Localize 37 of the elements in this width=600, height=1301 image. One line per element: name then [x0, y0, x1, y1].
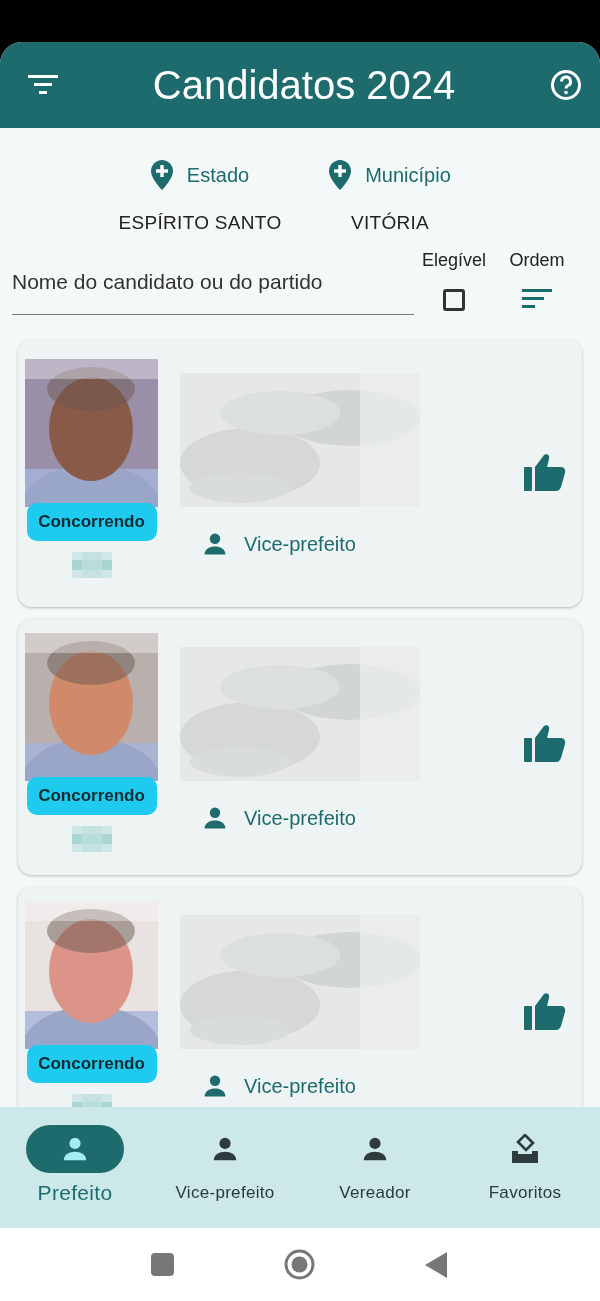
role-label: Vice-prefeito	[244, 532, 356, 556]
search-field[interactable]: Nome do candidato ou do partido	[12, 270, 414, 315]
sort-icon[interactable]	[522, 289, 552, 309]
order-label: Ordem	[509, 250, 565, 271]
home-icon[interactable]	[284, 1249, 315, 1280]
location-button[interactable]: Estado	[150, 160, 250, 190]
status-badge: Concorrendo	[26, 503, 157, 541]
person-icon	[202, 805, 228, 831]
eligible-checkbox[interactable]	[443, 289, 465, 311]
person-icon	[202, 531, 228, 557]
recents-icon[interactable]	[151, 1253, 174, 1276]
nav-tab[interactable]: Favoritos	[450, 1107, 600, 1228]
location-button[interactable]: Município	[329, 160, 451, 190]
back-icon[interactable]	[425, 1251, 447, 1278]
map-pin-plus-icon	[150, 160, 173, 190]
nav-tab[interactable]: Vice-prefeito	[150, 1107, 300, 1228]
thumbs-up-icon[interactable]	[524, 724, 566, 762]
status-badge: Concorrendo	[26, 1045, 157, 1083]
map-pin-plus-icon	[329, 160, 352, 190]
location-value: ESPÍRITO SANTO	[118, 212, 282, 234]
filter-icon[interactable]	[28, 74, 58, 96]
person-icon	[61, 1135, 89, 1163]
role-label: Vice-prefeito	[244, 806, 356, 830]
eligible-label: Elegível	[421, 250, 486, 271]
role-label: Vice-prefeito	[244, 1074, 356, 1098]
ballot-box-icon	[511, 1134, 539, 1164]
person-icon	[211, 1135, 239, 1163]
person-icon	[361, 1135, 389, 1163]
nav-tab[interactable]: Vereador	[300, 1107, 450, 1228]
nav-tab[interactable]: Prefeito	[0, 1107, 150, 1228]
person-icon	[202, 1073, 228, 1099]
location-value: VITÓRIA	[350, 212, 430, 234]
help-icon[interactable]	[550, 69, 582, 101]
app-title: Candidatos 2024	[152, 62, 456, 108]
thumbs-up-icon[interactable]	[524, 453, 566, 491]
status-badge: Concorrendo	[26, 777, 157, 815]
thumbs-up-icon[interactable]	[524, 992, 566, 1030]
